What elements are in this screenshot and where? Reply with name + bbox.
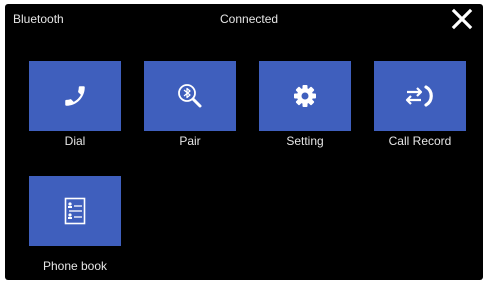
phone-handset-icon [65, 86, 85, 106]
phone-book-label: Phone book [42, 259, 108, 273]
call-record-button[interactable] [374, 61, 466, 131]
bluetooth-screen: Bluetooth Connected Dial Pair Setting Ca… [5, 4, 483, 280]
page-title: Bluetooth [13, 12, 64, 26]
close-icon [451, 8, 473, 30]
setting-button[interactable] [259, 61, 351, 131]
gear-icon [294, 85, 316, 107]
call-record-label: Call Record [388, 134, 452, 148]
pair-label: Pair [179, 134, 201, 148]
contact-list-icon [64, 197, 86, 225]
header-bar: Bluetooth Connected [5, 4, 483, 36]
dial-button[interactable] [29, 61, 121, 131]
call-transfer-icon [405, 85, 433, 107]
dial-label: Dial [64, 134, 86, 148]
pair-button[interactable] [144, 61, 236, 131]
connection-status: Connected [220, 12, 279, 26]
phone-book-button[interactable] [29, 176, 121, 246]
close-button[interactable] [449, 6, 475, 32]
bluetooth-search-icon [178, 84, 202, 108]
setting-label: Setting [286, 134, 324, 148]
